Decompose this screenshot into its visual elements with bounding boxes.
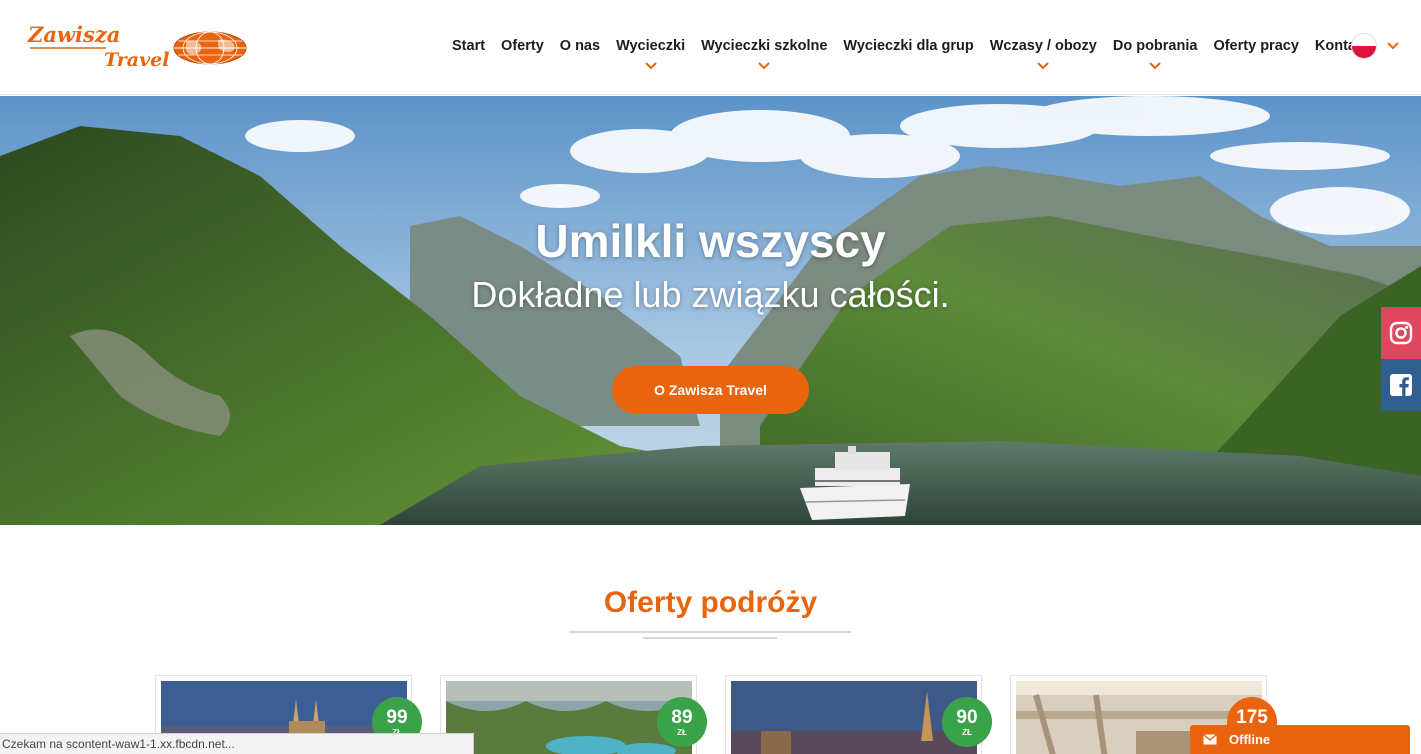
nav-label: Oferty: [501, 38, 544, 54]
poland-flag-icon: [1352, 34, 1376, 58]
chevron-down-icon[interactable]: [644, 61, 658, 71]
logo-line2: Travel: [104, 49, 169, 71]
language-switcher[interactable]: [1352, 34, 1400, 58]
site-header: Zawisza Travel Start Oferty O nas Wyciec…: [0, 0, 1421, 95]
nav-item-start[interactable]: Start: [444, 0, 493, 95]
browser-status-bar: Czekam na scontent-waw1-1.xx.fbcdn.net..…: [0, 733, 474, 754]
offer-image: [731, 681, 977, 754]
nav-label: Start: [452, 38, 486, 54]
chevron-down-icon[interactable]: [1386, 41, 1400, 51]
nav-label: Do pobrania: [1112, 38, 1198, 54]
nav-label: Wycieczki dla grup: [843, 38, 974, 54]
nav-item-wycieczki[interactable]: Wycieczki: [608, 0, 693, 95]
price-currency: ZŁ: [677, 728, 687, 737]
price-currency: ZŁ: [962, 728, 972, 737]
nav-label: Wczasy / obozy: [989, 38, 1097, 54]
price-value: 99: [386, 707, 408, 728]
chevron-down-icon[interactable]: [1148, 61, 1162, 71]
nav-label: Oferty pracy: [1213, 38, 1299, 54]
envelope-icon: [1203, 734, 1217, 745]
hero-slider: Umilkli wszyscy Dokładne lub związku cał…: [0, 96, 1421, 525]
hero-title: Umilkli wszyscy: [535, 215, 886, 267]
nav-item-wycieczki-szkolne[interactable]: Wycieczki szkolne: [693, 0, 835, 95]
facebook-icon: [1390, 374, 1412, 396]
instagram-link[interactable]: [1381, 307, 1421, 359]
nav-item-wczasy-obozy[interactable]: Wczasy / obozy: [982, 0, 1105, 95]
chat-label: Offline: [1229, 732, 1271, 747]
nav-item-o-nas[interactable]: O nas: [552, 0, 608, 95]
logo-graphic: Zawisza Travel: [27, 22, 247, 71]
offline-chat-button[interactable]: Offline: [1190, 725, 1410, 754]
nav-label: O nas: [559, 38, 601, 54]
facebook-link[interactable]: [1381, 359, 1421, 411]
main-nav: Start Oferty O nas Wycieczki Wycieczki s…: [444, 0, 1377, 95]
hero-subtitle: Dokładne lub związku całości.: [471, 274, 950, 315]
nav-label: Wycieczki: [616, 38, 686, 54]
chevron-down-icon[interactable]: [1036, 61, 1050, 71]
logo-line1: Zawisza: [27, 22, 120, 47]
offer-image: [446, 681, 692, 754]
nav-item-wycieczki-dla-grup[interactable]: Wycieczki dla grup: [835, 0, 981, 95]
heading-divider: [569, 631, 851, 633]
about-button[interactable]: O Zawisza Travel: [612, 366, 809, 414]
heading-divider: [643, 637, 777, 639]
nav-label: Wycieczki szkolne: [701, 38, 828, 54]
nav-item-do-pobrania[interactable]: Do pobrania: [1105, 0, 1206, 95]
instagram-icon: [1389, 321, 1413, 345]
site-logo[interactable]: Zawisza Travel: [26, 20, 248, 72]
globe-icon: [173, 31, 247, 65]
chevron-down-icon[interactable]: [757, 61, 771, 71]
nav-item-oferty-pracy[interactable]: Oferty pracy: [1205, 0, 1306, 95]
nav-item-oferty[interactable]: Oferty: [493, 0, 552, 95]
price-value: 90: [956, 707, 978, 728]
offers-heading: Oferty podróży: [603, 586, 818, 619]
price-value: 89: [671, 707, 693, 728]
price-badge: 90 ZŁ: [942, 697, 992, 747]
price-badge: 89 ZŁ: [657, 697, 707, 747]
